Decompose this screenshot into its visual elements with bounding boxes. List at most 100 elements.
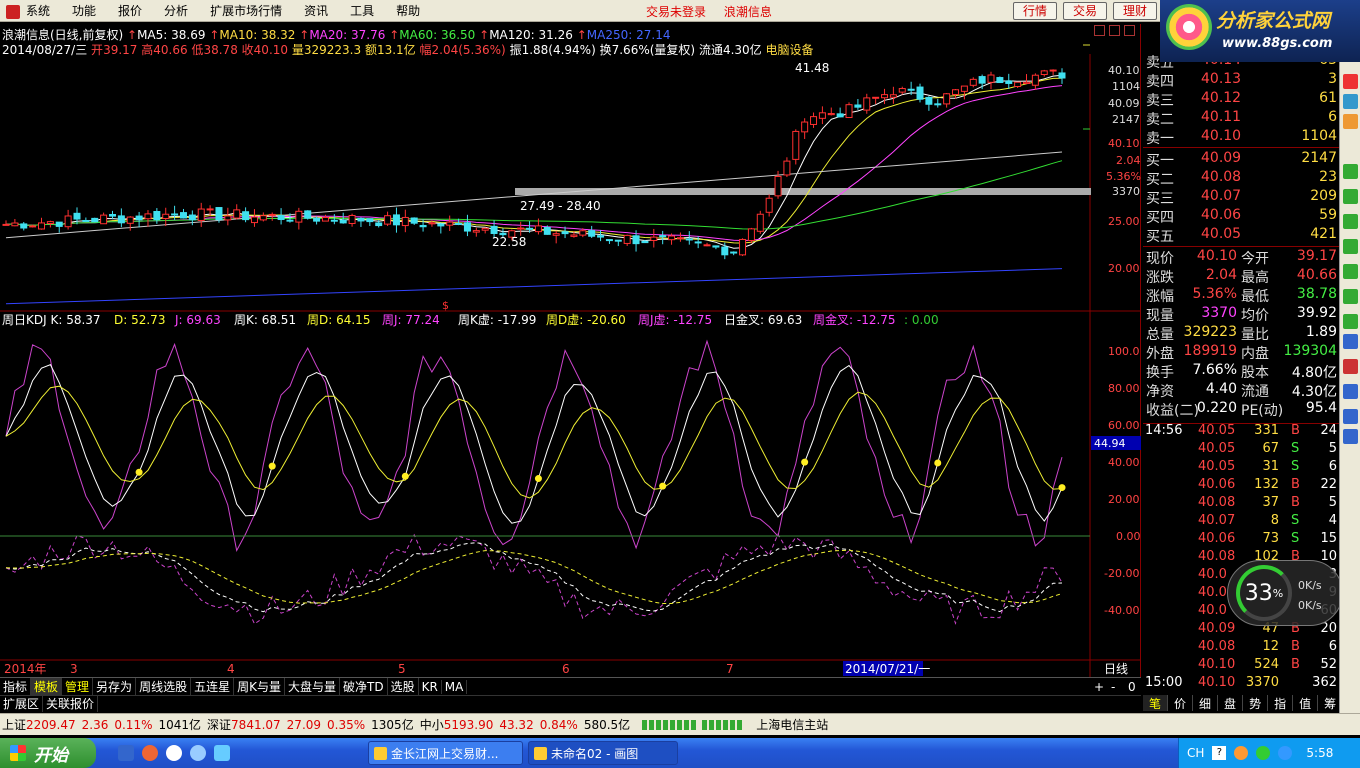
tab-trend[interactable]: 势	[1243, 695, 1269, 711]
toolbar-f6-icon[interactable]	[1343, 239, 1358, 254]
ask-label: 卖一	[1146, 131, 1174, 147]
time-cursor-date: 2014/07/21/一	[845, 662, 930, 676]
ask-row[interactable]: 卖二 40.11 6	[1143, 109, 1339, 128]
ask-row[interactable]: 卖四 40.13 3	[1143, 71, 1339, 90]
toolbar-compass-icon[interactable]	[1343, 409, 1358, 424]
reset-button[interactable]: 0	[1128, 680, 1136, 694]
tab-market-volume[interactable]: 大盘与量	[285, 678, 340, 695]
quicklaunch-ie-icon[interactable]	[118, 745, 134, 761]
tab-index[interactable]: 指	[1268, 695, 1294, 711]
tab-trades[interactable]: 笔	[1143, 695, 1169, 711]
bid-label: 买四	[1146, 210, 1174, 226]
candle-body	[668, 235, 676, 241]
trade-button[interactable]: 交易	[1063, 2, 1108, 20]
toolbar-refresh-icon[interactable]	[1343, 74, 1358, 89]
quicklaunch-media-icon[interactable]	[142, 745, 158, 761]
menu-news[interactable]: 资讯	[293, 2, 339, 19]
market-button[interactable]: 行情	[1013, 2, 1058, 20]
toolbar-arrow-icon[interactable]	[1343, 384, 1358, 399]
toolbar-f5-icon[interactable]	[1343, 214, 1358, 229]
tab-related-quote[interactable]: 关联报价	[43, 695, 99, 712]
candle-body	[126, 216, 134, 224]
tab-five-stars[interactable]: 五连星	[191, 678, 235, 695]
chart-canvas[interactable]: 41.48 22.58 27.49 - 28.40 $ 40.10 1104 4…	[0, 24, 1141, 680]
trade-login-status[interactable]: 交易未登录	[646, 5, 706, 19]
ask-row[interactable]: 卖一 40.10 1104	[1143, 128, 1339, 147]
tick-volume: 12	[1262, 639, 1279, 654]
tab-kr[interactable]: KR	[419, 679, 442, 694]
toolbar-rsi-icon[interactable]	[1343, 359, 1358, 374]
toolbar-f1-icon[interactable]	[1343, 164, 1358, 179]
menu-help[interactable]: 帮助	[385, 2, 431, 19]
kdj-weekly-d: 周D: 64.15	[307, 313, 370, 327]
axis-tick-25: 25.00	[1108, 215, 1140, 228]
tab-value[interactable]: 值	[1293, 695, 1319, 711]
menu-analysis[interactable]: 分析	[153, 2, 199, 19]
bid-row[interactable]: 买一 40.09 2147	[1143, 150, 1339, 169]
tab-indicator[interactable]: 指标	[0, 678, 32, 695]
tick-row: 40.06 132 B 22	[1143, 477, 1339, 495]
menu-system[interactable]: 系统	[0, 2, 61, 19]
tab-weekly-select[interactable]: 周线选股	[136, 678, 192, 695]
zoom-out-button[interactable]: -	[1111, 680, 1115, 694]
bid-row[interactable]: 买二 40.08 23	[1143, 169, 1339, 188]
quicklaunch-browser-icon[interactable]	[190, 745, 206, 761]
finance-button[interactable]: 理财	[1113, 2, 1158, 20]
toolbar-f3-icon[interactable]	[1343, 189, 1358, 204]
tab-expand-area[interactable]: 扩展区	[0, 695, 44, 712]
clock[interactable]: 5:58	[1306, 746, 1333, 760]
tab-board[interactable]: 盘	[1218, 695, 1244, 711]
language-indicator[interactable]: CH	[1187, 746, 1204, 760]
tray-network-icon[interactable]	[1256, 746, 1271, 760]
tab-price[interactable]: 价	[1168, 695, 1194, 711]
tab-ma[interactable]: MA	[442, 679, 468, 694]
toolbar-chart-icon[interactable]	[1343, 114, 1358, 129]
tick-row: 40.08 37 B 5	[1143, 495, 1339, 513]
weekly-d-line	[5, 549, 1063, 604]
tray-app-icon[interactable]	[1234, 746, 1249, 760]
menu-tools[interactable]: 工具	[339, 2, 385, 19]
period-label[interactable]: 日线	[1104, 662, 1128, 676]
candle-body	[685, 238, 693, 241]
tab-stock-select[interactable]: 选股	[388, 678, 419, 695]
bid-row[interactable]: 买五 40.05 421	[1143, 226, 1339, 245]
tab-weekly-k-volume[interactable]: 周K与量	[234, 678, 285, 695]
tab-save-as[interactable]: 另存为	[93, 678, 137, 695]
axis-sell1-price: 40.10	[1108, 64, 1140, 77]
tab-detail[interactable]: 细	[1193, 695, 1219, 711]
tab-manage[interactable]: 管理	[62, 678, 94, 695]
tab-template[interactable]: 模板	[31, 678, 63, 695]
menu-quote[interactable]: 报价	[107, 2, 153, 19]
task-trading-app[interactable]: 金长江网上交易财...	[368, 741, 523, 765]
quicklaunch-app-icon[interactable]	[166, 745, 182, 761]
help-icon[interactable]: ?	[1212, 746, 1227, 760]
bid-label: 买三	[1146, 191, 1174, 207]
tab-break-td[interactable]: 破净TD	[340, 678, 388, 695]
toolbar-f8-icon[interactable]	[1343, 314, 1358, 329]
quote-row: 现价 40.10 今开 39.17	[1143, 248, 1339, 267]
indicator-tabs: 指标 模板 管理 另存为 周线选股 五连星 周K与量 大盘与量 破净TD 选股 …	[0, 677, 1141, 695]
tick-row: 40.10 524 B 52	[1143, 657, 1339, 675]
toolbar-move-icon[interactable]	[1343, 429, 1358, 444]
quicklaunch-desktop-icon[interactable]	[214, 745, 230, 761]
toolbar-f7-icon[interactable]	[1343, 289, 1358, 304]
time-month-7: 7	[726, 662, 734, 676]
tray-security-icon[interactable]	[1278, 746, 1293, 760]
tick-count: 6	[1328, 639, 1337, 654]
toolbar-search-icon[interactable]	[1343, 334, 1358, 349]
peak-price-label: 41.48	[795, 61, 829, 75]
toolbar-list-icon[interactable]	[1343, 94, 1358, 109]
menu-extended-market[interactable]: 扩展市场行情	[199, 2, 293, 19]
server-name[interactable]: 上海电信主站	[756, 716, 828, 733]
tick-list[interactable]: 14:56 40.05 331 B 24 40.05 67 S 5 40.05 …	[1143, 423, 1339, 693]
toolbar-f10-icon[interactable]	[1343, 264, 1358, 279]
menu-function[interactable]: 功能	[61, 2, 107, 19]
task-paint[interactable]: 未命名02 - 画图	[528, 741, 678, 765]
bid-row[interactable]: 买四 40.06 59	[1143, 207, 1339, 226]
candle-body	[694, 241, 702, 244]
bid-row[interactable]: 买三 40.07 209	[1143, 188, 1339, 207]
tick-volume: 31	[1262, 459, 1279, 474]
zoom-in-button[interactable]: +	[1094, 680, 1104, 694]
start-button[interactable]: 开始	[0, 738, 96, 768]
ask-row[interactable]: 卖三 40.12 61	[1143, 90, 1339, 109]
